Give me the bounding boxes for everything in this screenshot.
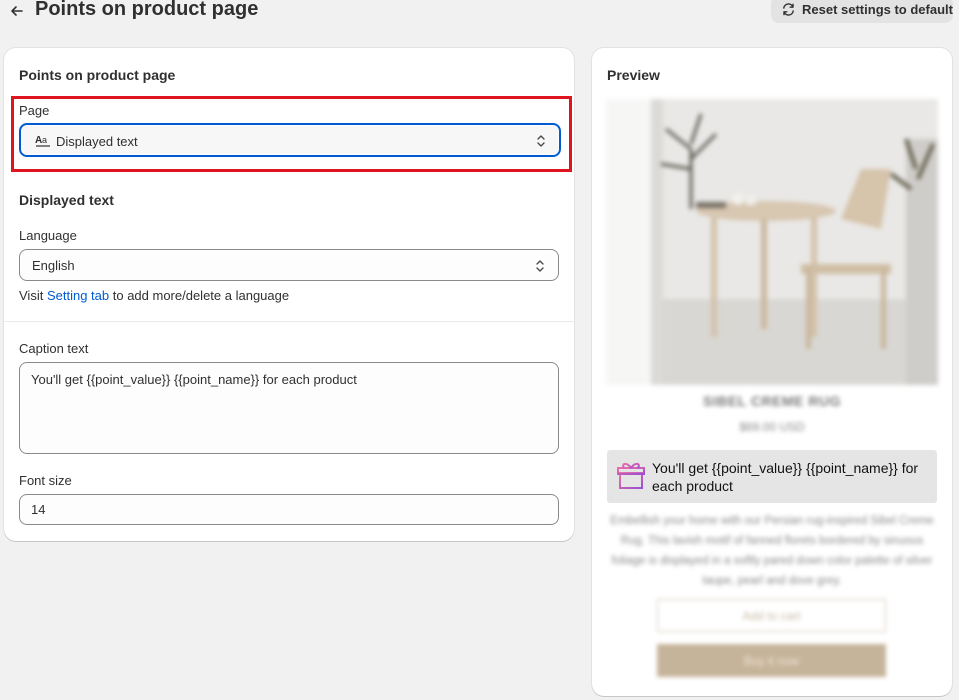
caption-label: Caption text: [19, 341, 89, 356]
chevron-up-down-icon: [537, 135, 545, 147]
font-size-label: Font size: [19, 473, 72, 488]
helper-prefix: Visit: [19, 288, 44, 303]
points-banner: You'll get {{point_value}} {{point_name}…: [607, 450, 937, 503]
page-title: Points on product page: [35, 0, 259, 20]
reset-settings-label: Reset settings to default: [802, 2, 953, 17]
svg-text:a: a: [42, 135, 47, 145]
product-title: SIBEL CREME RUG: [703, 393, 841, 409]
product-image: [606, 99, 938, 385]
caption-textarea[interactable]: You'll get {{point_value}} {{point_name}…: [19, 362, 559, 454]
language-select-value: English: [32, 258, 75, 273]
page-label: Page: [19, 103, 50, 118]
preview-card: Preview SIBEL CREME RUG $69.00 USD You'l…: [592, 48, 952, 696]
product-photo-icon: [606, 99, 938, 385]
displayed-text-heading: Displayed text: [19, 192, 114, 208]
section-divider: [4, 321, 574, 322]
text-format-icon: A a: [35, 135, 50, 147]
back-button[interactable]: [6, 0, 28, 22]
product-price: $69.00 USD: [739, 420, 805, 434]
settings-card: Points on product page Page A a Displaye…: [4, 48, 574, 541]
font-size-input[interactable]: [19, 494, 559, 525]
add-to-cart-button[interactable]: Add to cart: [657, 599, 886, 632]
language-select[interactable]: English: [19, 249, 559, 281]
reset-settings-button[interactable]: Reset settings to default: [771, 0, 953, 23]
refresh-icon: [783, 3, 794, 16]
preview-heading: Preview: [607, 67, 660, 83]
product-description: Embellish your home with our Persian rug…: [610, 515, 934, 587]
setting-tab-link[interactable]: Setting tab: [47, 288, 109, 303]
buy-now-button[interactable]: Buy it now: [657, 644, 886, 677]
top-bar: Points on product page Reset settings to…: [0, 0, 959, 26]
points-text: You'll get {{point_value}} {{point_name}…: [652, 460, 919, 494]
helper-suffix: to add more/delete a language: [112, 288, 290, 303]
settings-heading: Points on product page: [19, 67, 176, 83]
page-select-value: Displayed text: [56, 134, 138, 149]
language-label: Language: [19, 228, 77, 243]
language-helper-text: Visit Setting tab to add more/delete a l…: [19, 288, 289, 303]
gift-icon: [617, 462, 645, 489]
page-select[interactable]: A a Displayed text: [19, 123, 561, 157]
arrow-left-icon: [11, 6, 23, 16]
chevron-up-down-icon: [536, 260, 544, 272]
